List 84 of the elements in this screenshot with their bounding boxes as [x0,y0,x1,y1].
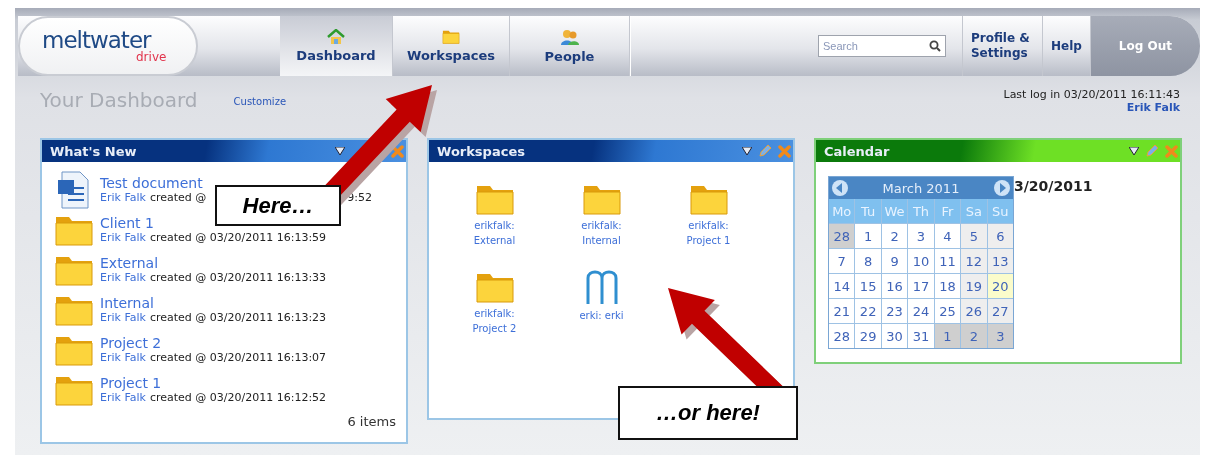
created-text: created @ 03/20/2011 16:13:07 [149,351,327,365]
created-text: created @ 03/20/2011 16:13:33 [149,271,327,285]
calendar-day[interactable]: 1 [934,324,961,348]
callout: …or here! [618,386,798,440]
panel-header: Calendar [816,140,1180,162]
author-link[interactable]: Erik Falk [100,391,146,405]
author-link[interactable]: Erik Falk [100,231,146,245]
created-text: created @ 03/20/2011 16:13:59 [149,231,327,245]
nav-link[interactable]: Profile & Settings [961,16,1042,76]
calendar-day[interactable]: 4 [934,224,961,248]
calendar-day[interactable]: 19 [961,274,987,298]
nav-tab[interactable]: Workspaces [393,16,510,76]
workspace-label[interactable]: erikfalk: Project 2 [472,306,517,336]
calendar-day[interactable]: 9 [881,249,908,273]
weekday-label: Tu [855,199,881,223]
calendar-day[interactable]: 2 [961,324,987,348]
created-text: created @ 03/20/2011 16:13:23 [149,311,327,325]
calendar-day[interactable]: 5 [961,224,987,248]
calendar-day[interactable]: 14 [829,274,855,298]
author-link[interactable]: Erik Falk [100,351,146,365]
calendar-day[interactable]: 29 [855,324,881,348]
workspace-label[interactable]: erki: erki [579,308,624,323]
calendar-day[interactable]: 26 [961,299,987,323]
calendar-day[interactable]: 8 [855,249,881,273]
calendar-day[interactable]: 2 [881,224,908,248]
user-link[interactable]: Erik Falk [1126,101,1180,114]
workspace-label[interactable]: erikfalk: Internal [581,218,622,248]
weekday-label: Sa [961,199,987,223]
calendar-day[interactable]: 3 [908,224,934,248]
calendar-day[interactable]: 22 [855,299,881,323]
month-label: March 2011 [882,180,960,196]
calendar-day[interactable]: 1 [855,224,881,248]
calendar-day[interactable]: 17 [908,274,934,298]
selected-date: 3/20/2011 [1014,178,1093,196]
item-count: 6 items [347,414,396,429]
panel-header: Workspaces [429,140,793,162]
workspace-label[interactable]: erikfalk: Project 1 [686,218,731,248]
calendar-day[interactable]: 13 [987,249,1013,273]
callout: Here… [215,185,341,226]
calendar-day[interactable]: 30 [881,324,908,348]
item-link[interactable]: Internal [100,295,154,311]
calendar-day[interactable]: 25 [934,299,961,323]
weekday-label: Mo [829,199,855,223]
calendar-day[interactable]: 18 [934,274,961,298]
calendar-day[interactable]: 3 [987,324,1013,348]
calendar-day[interactable]: 24 [908,299,934,323]
workspace-label[interactable]: erikfalk: External [473,218,516,248]
weekday-label: Su [987,199,1013,223]
created-text: created @ [149,191,207,205]
nav-tab[interactable]: People [510,16,630,76]
calendar-day[interactable]: 31 [908,324,934,348]
item-link[interactable]: External [100,255,159,271]
weekday-label: Th [908,199,934,223]
calendar-day[interactable]: 23 [881,299,908,323]
weekday-label: We [881,199,908,223]
search-field[interactable]: Search [817,35,946,57]
customize-link[interactable]: Customize [233,96,287,107]
calendar-day[interactable]: 28 [829,224,855,248]
calendar-day[interactable]: 28 [829,324,855,348]
calendar-day[interactable]: 20 [987,274,1013,298]
calendar-day[interactable]: 12 [961,249,987,273]
page-title: Your Dashboard [40,88,198,112]
calendar-day[interactable]: 15 [855,274,881,298]
weekday-label: Fr [934,199,961,223]
author-link[interactable]: Erik Falk [100,311,146,325]
created-text: created @ 03/20/2011 16:12:52 [149,391,327,405]
panel-header: What's New [42,140,406,162]
item-link[interactable]: Client 1 [100,215,154,231]
nav-link[interactable]: Help [1041,16,1090,76]
author-link[interactable]: Erik Falk [100,271,146,285]
calendar-day[interactable]: 7 [829,249,855,273]
item-link[interactable]: Project 1 [100,375,162,391]
calendar-day[interactable]: 21 [829,299,855,323]
calendar-day[interactable]: 10 [908,249,934,273]
author-link[interactable]: Erik Falk [100,191,146,205]
logo[interactable]: meltwater drive [18,16,198,76]
item-link[interactable]: Test document [100,175,203,191]
calendar-day[interactable]: 11 [934,249,961,273]
last-login-text: Last log in 03/20/2011 16:11:43 [1003,88,1180,101]
calendar-day[interactable]: 27 [987,299,1013,323]
calendar-day[interactable]: 6 [987,224,1013,248]
item-link[interactable]: Project 2 [100,335,162,351]
nav-tab[interactable]: Dashboard [280,16,393,76]
calendar-day[interactable]: 16 [881,274,908,298]
